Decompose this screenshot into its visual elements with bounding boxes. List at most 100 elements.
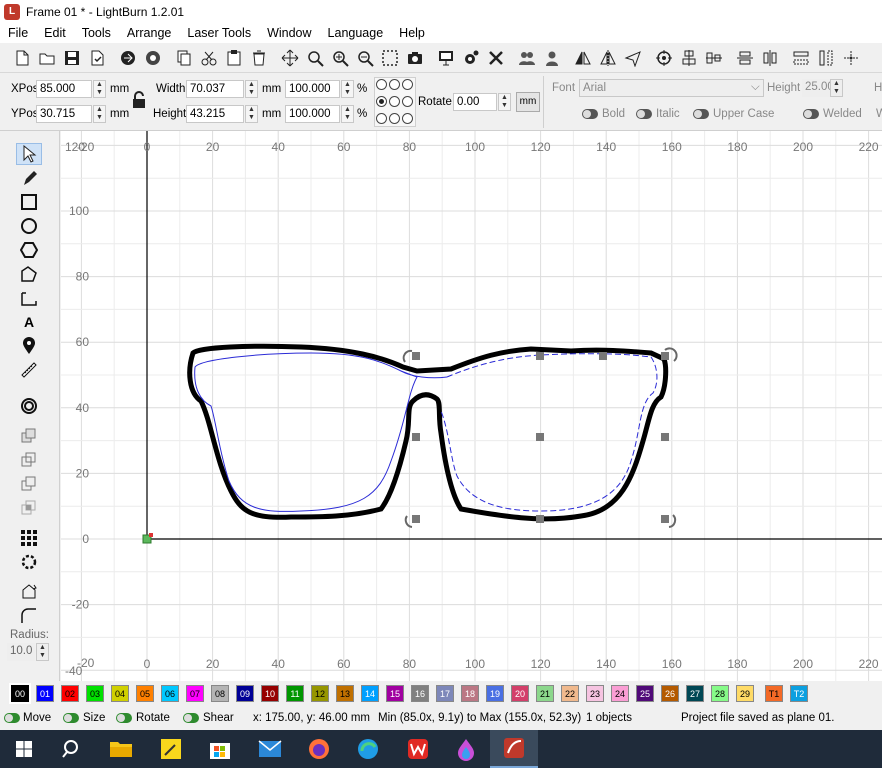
- font-height-field[interactable]: 25.00: [802, 79, 834, 97]
- make-same-height-icon[interactable]: [814, 46, 838, 70]
- font-height-spinner[interactable]: ▲ ▼: [830, 79, 843, 97]
- color-swatch-06[interactable]: 06: [161, 685, 179, 702]
- open-folder-icon[interactable]: [35, 46, 59, 70]
- position-pin-icon[interactable]: [16, 335, 42, 357]
- color-swatch-23[interactable]: 23: [586, 685, 604, 702]
- rotate-spinner[interactable]: ▲ ▼: [498, 93, 511, 111]
- height-spinner[interactable]: ▲ ▼: [245, 105, 258, 123]
- shear-toggle[interactable]: [183, 713, 199, 723]
- color-swatch-10[interactable]: 10: [261, 685, 279, 702]
- color-swatch-12[interactable]: 12: [311, 685, 329, 702]
- radius-field[interactable]: 10.0: [7, 643, 35, 661]
- anchor-middle-right[interactable]: [402, 96, 413, 107]
- draw-lines-icon[interactable]: [16, 263, 42, 285]
- send-icon[interactable]: [621, 46, 645, 70]
- select-tool-icon[interactable]: [16, 143, 42, 165]
- color-swatch-19[interactable]: 19: [486, 685, 504, 702]
- color-swatch-27[interactable]: 27: [686, 685, 704, 702]
- anchor-bottom-left[interactable]: [376, 113, 387, 124]
- menu-tools[interactable]: Tools: [74, 23, 119, 43]
- workspace-canvas[interactable]: 0 20 40 60 80 100 120 140 160 180 200 220 0 20 40 60 80…: [61, 131, 882, 681]
- ypos-field[interactable]: 30.715: [36, 105, 92, 123]
- color-swatch-14[interactable]: 14: [361, 685, 379, 702]
- import-icon[interactable]: [116, 46, 140, 70]
- color-swatch-03[interactable]: 03: [86, 685, 104, 702]
- color-swatch-28[interactable]: 28: [711, 685, 729, 702]
- rotate-shape-icon[interactable]: [16, 581, 42, 603]
- color-swatch-00[interactable]: 00: [9, 683, 31, 704]
- color-swatch-20[interactable]: 20: [511, 685, 529, 702]
- corner-radius-icon[interactable]: [16, 605, 42, 627]
- ellipse-tool-icon[interactable]: [16, 215, 42, 237]
- settings-gear-icon[interactable]: [459, 46, 483, 70]
- color-swatch-09[interactable]: 09: [236, 685, 254, 702]
- text-tool-icon[interactable]: A: [16, 311, 42, 333]
- menu-edit[interactable]: Edit: [36, 23, 74, 43]
- upper-case-toggle[interactable]: [693, 109, 709, 119]
- rotate-handle-top-left-icon[interactable]: [402, 349, 413, 363]
- export-icon[interactable]: [141, 46, 165, 70]
- microsoft-store-icon[interactable]: [205, 734, 235, 764]
- move-to-laser-icon[interactable]: [839, 46, 863, 70]
- firefox-icon[interactable]: [304, 734, 334, 764]
- ypos-spinner[interactable]: ▲ ▼: [93, 105, 106, 123]
- color-swatch-01[interactable]: 01: [36, 685, 54, 702]
- boolean-union-icon[interactable]: [16, 449, 42, 471]
- handle-top-extra[interactable]: [599, 352, 607, 360]
- menu-laser-tools[interactable]: Laser Tools: [179, 23, 259, 43]
- menu-language[interactable]: Language: [320, 23, 392, 43]
- cut-icon[interactable]: [197, 46, 221, 70]
- polygon-tool-icon[interactable]: [16, 239, 42, 261]
- rotate-handle-bottom-left-icon[interactable]: [404, 515, 413, 528]
- color-swatch-21[interactable]: 21: [536, 685, 554, 702]
- weld-shapes-icon[interactable]: [16, 425, 42, 447]
- color-swatch-22[interactable]: 22: [561, 685, 579, 702]
- xpos-spinner[interactable]: ▲ ▼: [93, 80, 106, 98]
- lightburn-taskbar-icon[interactable]: [490, 730, 538, 768]
- mail-icon[interactable]: [255, 734, 285, 764]
- make-same-width-icon[interactable]: [789, 46, 813, 70]
- menu-arrange[interactable]: Arrange: [119, 23, 179, 43]
- grid-array-icon[interactable]: [16, 527, 42, 549]
- anchor-middle-center[interactable]: [389, 96, 400, 107]
- units-toggle-button[interactable]: mm: [516, 92, 540, 112]
- color-swatch-07[interactable]: 07: [186, 685, 204, 702]
- save-icon[interactable]: [60, 46, 84, 70]
- tools-wrench-icon[interactable]: [484, 46, 508, 70]
- height-field[interactable]: 43.215: [186, 105, 244, 123]
- color-swatch-26[interactable]: 26: [661, 685, 679, 702]
- bold-toggle[interactable]: [582, 109, 598, 119]
- color-swatch-17[interactable]: 17: [436, 685, 454, 702]
- edge-icon[interactable]: [353, 734, 383, 764]
- file-explorer-icon[interactable]: [106, 734, 136, 764]
- anchor-top-left[interactable]: [376, 79, 387, 90]
- handle-center[interactable]: [536, 433, 544, 441]
- handle-bottom-center[interactable]: [536, 515, 544, 523]
- lock-icon[interactable]: [131, 91, 147, 112]
- glasses-outline-offset[interactable]: [187, 343, 669, 522]
- offset-shapes-icon[interactable]: [16, 395, 42, 417]
- menu-window[interactable]: Window: [259, 23, 319, 43]
- welded-toggle[interactable]: [803, 109, 819, 119]
- size-toggle[interactable]: [63, 713, 79, 723]
- paste-icon[interactable]: [222, 46, 246, 70]
- move-toggle[interactable]: [4, 713, 20, 723]
- handle-middle-right[interactable]: [661, 433, 669, 441]
- delete-icon[interactable]: [247, 46, 271, 70]
- width-field[interactable]: 70.037: [186, 80, 244, 98]
- handle-top-center[interactable]: [536, 352, 544, 360]
- anchor-top-right[interactable]: [402, 79, 413, 90]
- color-swatch-15[interactable]: 15: [386, 685, 404, 702]
- anchor-top-center[interactable]: [389, 79, 400, 90]
- flip-horizontal-icon[interactable]: [571, 46, 595, 70]
- canvas-area[interactable]: 0 20 40 60 80 100 120 140 160 180 200 220 0 20 40 60 80…: [61, 131, 882, 681]
- handle-middle-left[interactable]: [412, 433, 420, 441]
- boolean-intersect-icon[interactable]: [16, 497, 42, 519]
- color-swatch-05[interactable]: 05: [136, 685, 154, 702]
- group-icon[interactable]: [515, 46, 539, 70]
- xpos-field[interactable]: 85.000: [36, 80, 92, 98]
- search-icon[interactable]: [57, 734, 87, 764]
- scale-width-spinner[interactable]: ▲ ▼: [341, 80, 354, 98]
- measure-ruler-icon[interactable]: [16, 359, 42, 381]
- distribute-horizontal-icon[interactable]: [758, 46, 782, 70]
